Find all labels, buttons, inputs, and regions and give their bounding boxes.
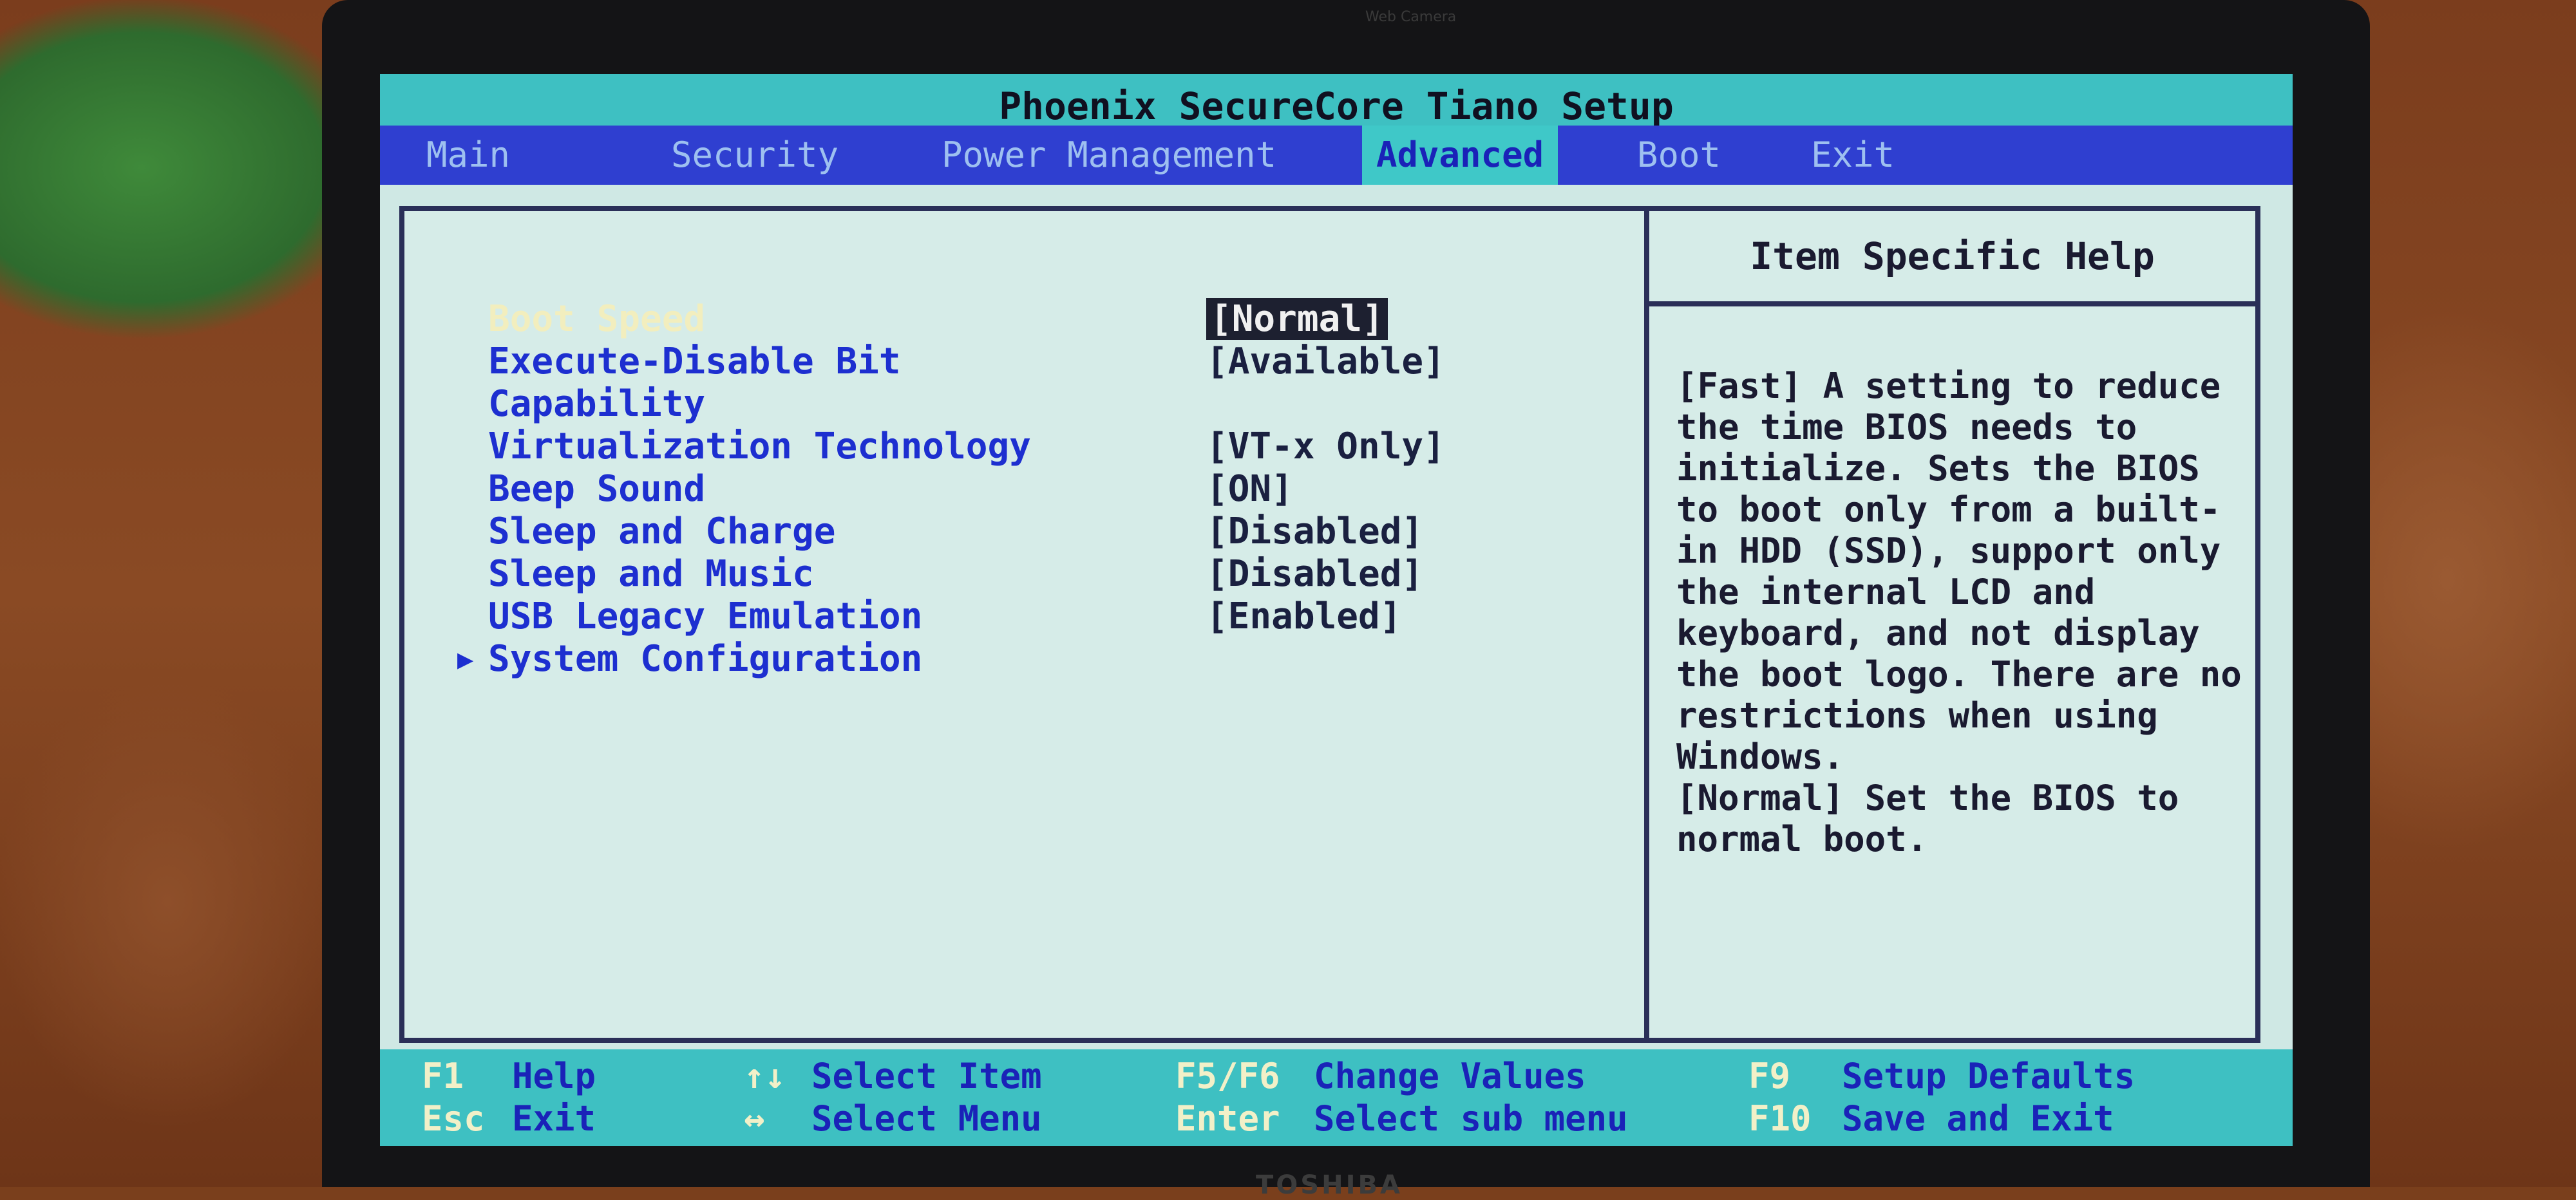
setting-row-virtualization[interactable]: Virtualization Technology [VT-x Only]	[488, 426, 1622, 468]
legend-label: Save and Exit	[1842, 1098, 2114, 1139]
tab-advanced[interactable]: Advanced	[1362, 126, 1558, 185]
legend-setup-defaults: F9 Setup Defaults	[1748, 1056, 2135, 1097]
setting-label: Sleep and Music	[488, 553, 814, 595]
legend-label: Help	[512, 1056, 596, 1096]
setting-label: Capability	[488, 383, 706, 425]
legend-change-values: F5/F6 Change Values	[1175, 1056, 1586, 1097]
tab-power-management[interactable]: Power Management	[927, 126, 1291, 185]
help-text: [Fast] A setting to reduce the time BIOS…	[1676, 366, 2242, 859]
tab-main[interactable]: Main	[412, 126, 524, 185]
setting-label: Boot Speed	[488, 298, 706, 340]
submenu-arrow-icon: ▶	[457, 643, 474, 675]
webcam-label: Web Camera	[1365, 9, 1457, 25]
setting-label: Sleep and Charge	[488, 511, 836, 552]
legend-label: Select Menu	[811, 1098, 1042, 1139]
key-enter: Enter	[1175, 1098, 1280, 1139]
setting-value[interactable]: [Normal]	[1206, 298, 1388, 341]
legend-label: Select Item	[811, 1056, 1042, 1096]
setting-row-system-configuration[interactable]: ▶ System Configuration	[457, 638, 1622, 680]
setting-label: USB Legacy Emulation	[488, 595, 923, 637]
setting-row-execute-disable-bit[interactable]: Execute-Disable Bit [Available]	[488, 341, 1622, 383]
legend-f1: F1 Help	[422, 1056, 596, 1097]
setting-label: Virtualization Technology	[488, 426, 1031, 467]
legend-label: Exit	[512, 1098, 596, 1139]
legend-select-sub-menu: Enter Select sub menu	[1175, 1098, 1628, 1139]
legend-label: Setup Defaults	[1842, 1056, 2136, 1096]
key-esc: Esc	[422, 1098, 485, 1139]
panel-divider	[1644, 211, 1649, 1038]
setting-value[interactable]: [Disabled]	[1206, 511, 1423, 553]
setting-row-sleep-and-charge[interactable]: Sleep and Charge [Disabled]	[488, 511, 1622, 553]
setting-row-boot-speed[interactable]: Boot Speed [Normal]	[488, 298, 1622, 341]
legend-label: Change Values	[1314, 1056, 1586, 1096]
up-down-arrows-icon: ↑↓	[744, 1056, 786, 1096]
setting-value[interactable]: [VT-x Only]	[1206, 426, 1445, 468]
setting-label: System Configuration	[488, 638, 923, 680]
left-right-arrows-icon: ↔	[744, 1098, 765, 1139]
setting-value[interactable]: [Disabled]	[1206, 553, 1423, 595]
key-f1: F1	[422, 1056, 464, 1096]
legend-select-menu: ↔ Select Menu	[744, 1098, 1042, 1139]
menu-bar: Main Security Power Management Advanced …	[380, 126, 2293, 185]
legend-label: Select sub menu	[1314, 1098, 1628, 1139]
legend-select-item: ↑↓ Select Item	[744, 1056, 1042, 1097]
key-f9: F9	[1748, 1056, 1791, 1096]
setting-row-sleep-and-music[interactable]: Sleep and Music [Disabled]	[488, 553, 1622, 595]
settings-panel: Item Specific Help Boot Speed [Normal] E…	[399, 206, 2260, 1043]
setting-row-beep-sound[interactable]: Beep Sound [ON]	[488, 468, 1622, 511]
setting-value[interactable]: [Available]	[1206, 341, 1445, 383]
help-header: Item Specific Help	[1649, 211, 2255, 306]
selected-value[interactable]: [Normal]	[1206, 298, 1388, 340]
key-f5-f6: F5/F6	[1175, 1056, 1280, 1096]
setting-row-capability: Capability	[488, 383, 1622, 426]
legend-esc: Esc Exit	[422, 1098, 596, 1139]
key-legend: F1 Help Esc Exit ↑↓ Select Item ↔ Select Men…	[380, 1049, 2293, 1146]
setting-value[interactable]: [ON]	[1206, 468, 1293, 511]
setting-value[interactable]: [Enabled]	[1206, 595, 1401, 638]
bios-screen: Phoenix SecureCore Tiano Setup Main Secu…	[380, 74, 2293, 1146]
tab-boot[interactable]: Boot	[1623, 126, 1735, 185]
setting-row-usb-legacy-emulation[interactable]: USB Legacy Emulation [Enabled]	[488, 595, 1622, 638]
legend-save-and-exit: F10 Save and Exit	[1748, 1098, 2114, 1139]
tab-exit[interactable]: Exit	[1797, 126, 1909, 185]
tab-security[interactable]: Security	[657, 126, 853, 185]
setting-label: Beep Sound	[488, 468, 706, 510]
setting-label: Execute-Disable Bit	[488, 341, 901, 382]
key-f10: F10	[1748, 1098, 1812, 1139]
brand-logo: TOSHIBA	[1256, 1170, 1403, 1200]
